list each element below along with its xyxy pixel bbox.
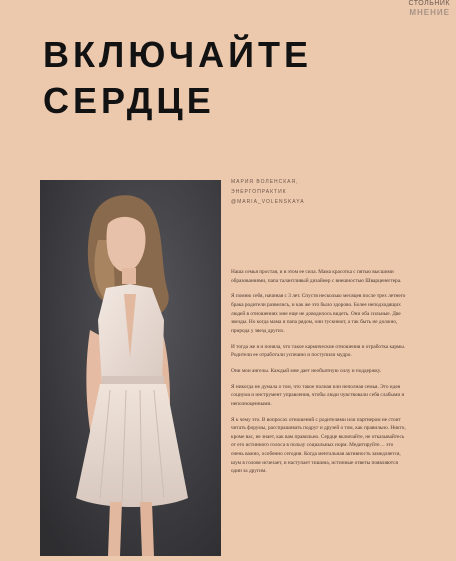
portrait-illustration xyxy=(40,180,221,556)
paragraph: Я помню себя, начиная с 3 лет. Спустя не… xyxy=(231,293,406,334)
headline-line-2: СЕРДЦЕ xyxy=(43,80,215,121)
article-headline: ВКЛЮЧАЙТЕ СЕРДЦЕ xyxy=(43,32,373,124)
paragraph: Наша семья простая, и в этом ее сила. Ма… xyxy=(231,269,402,284)
brand-line-2: МНЕНИЕ xyxy=(409,8,450,17)
brand-line-1: СТОЛЬНИК xyxy=(408,0,450,7)
headline-line-1: ВКЛЮЧАЙТЕ xyxy=(43,34,313,75)
portrait-photo xyxy=(40,180,221,556)
author-role: ЭНЕРГОПРАКТИК xyxy=(231,189,287,195)
paragraph: Я к чему это. В вопросах отношений с род… xyxy=(231,416,406,475)
paragraph: Я никогда не думала о том, что такое пол… xyxy=(231,383,405,407)
author-handle: @MARIA_VOLENSKAYA xyxy=(231,199,305,205)
paragraph: И тогда же я и поняла, что такое кармиче… xyxy=(231,343,406,359)
author-name: МАРИЯ ВОЛЕНСКАЯ, xyxy=(231,179,299,185)
article-body: Наша семья простая, и в этом ее сила. Ма… xyxy=(231,268,406,483)
brand-mark: СТОЛЬНИК МНЕНИЕ xyxy=(390,0,450,17)
paragraph: Они мои ангелы. Каждый мне дает необъятн… xyxy=(231,367,382,374)
author-credit: МАРИЯ ВОЛЕНСКАЯ, ЭНЕРГОПРАКТИК @MARIA_VO… xyxy=(231,177,351,207)
